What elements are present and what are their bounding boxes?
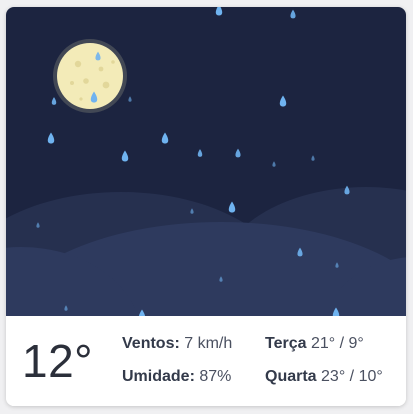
forecast-range: 23° / 10° [321,368,383,385]
forecast-day-2: Quarta 23° / 10° [265,369,383,385]
humidity-label: Umidade: [122,368,195,385]
weather-card: 12° Ventos: 7 km/h Umidade: 87% Terça 21… [6,7,406,406]
humidity-value: 87% [199,368,232,385]
current-temperature: 12° [22,335,94,387]
forecast-day-name: Quarta [265,368,317,385]
moon-icon [53,39,127,113]
wind-label: Ventos: [122,335,180,352]
forecast-day-name: Terça [265,335,307,352]
forecast-day-1: Terça 21° / 9° [265,336,364,352]
wind-value: 7 km/h [184,335,233,352]
moon-rain-icon [6,7,406,316]
humidity-detail: Umidade: 87% [122,369,231,385]
forecast-range: 21° / 9° [310,335,364,352]
weather-info-panel: 12° Ventos: 7 km/h Umidade: 87% Terça 21… [6,316,406,406]
weather-scene [6,7,406,316]
wind-detail: Ventos: 7 km/h [122,336,232,352]
